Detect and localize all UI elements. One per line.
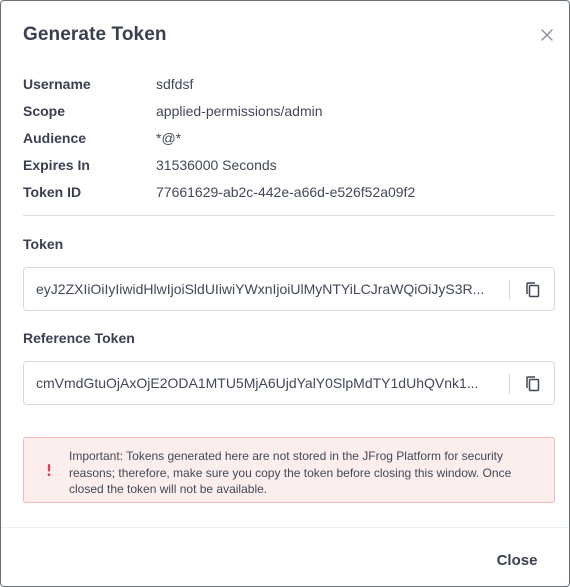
dialog-title: Generate Token: [23, 24, 167, 45]
token-field[interactable]: eyJ2ZXIiOiIyIiwidHlwIjoiSldUIiwiYWxnIjoi…: [23, 267, 555, 311]
info-value: 31536000 Seconds: [156, 157, 277, 173]
copy-icon[interactable]: [522, 279, 544, 301]
copy-icon[interactable]: [522, 373, 544, 395]
info-value: applied-permissions/admin: [156, 103, 323, 119]
exclamation-icon: [42, 462, 56, 478]
info-label: Scope: [23, 103, 66, 119]
reference-token-label: Reference Token: [23, 330, 135, 346]
info-label: Token ID: [23, 184, 82, 200]
info-value: *@*: [156, 130, 182, 146]
token-label: Token: [23, 236, 64, 252]
important-alert: Important: Tokens generated here are not…: [23, 437, 555, 503]
section-divider: [23, 215, 555, 216]
alert-message: Important: Tokens generated here are not…: [69, 449, 512, 496]
info-value: sdfdsf: [156, 76, 194, 92]
info-label: Expires In: [23, 157, 90, 173]
info-label: Username: [23, 76, 91, 92]
info-value: 77661629-ab2c-442e-a66d-e526f52a09f2: [156, 184, 416, 200]
close-button[interactable]: Close: [481, 547, 553, 575]
footer-divider: [1, 527, 569, 528]
field-separator: [509, 280, 510, 300]
field-separator: [509, 374, 510, 394]
token-value[interactable]: eyJ2ZXIiOiIyIiwidHlwIjoiSldUIiwiYWxnIjoi…: [36, 281, 494, 299]
reference-token-field[interactable]: cmVmdGtuOjAxOjE2ODA1MTU5MjA6UjdYalY0SlpM…: [23, 361, 555, 405]
reference-token-value[interactable]: cmVmdGtuOjAxOjE2ODA1MTU5MjA6UjdYalY0SlpM…: [36, 375, 494, 393]
close-icon[interactable]: [537, 25, 557, 45]
info-label: Audience: [23, 130, 87, 146]
generate-token-dialog: Generate Token Username sdfdsf Scope app…: [0, 0, 570, 587]
